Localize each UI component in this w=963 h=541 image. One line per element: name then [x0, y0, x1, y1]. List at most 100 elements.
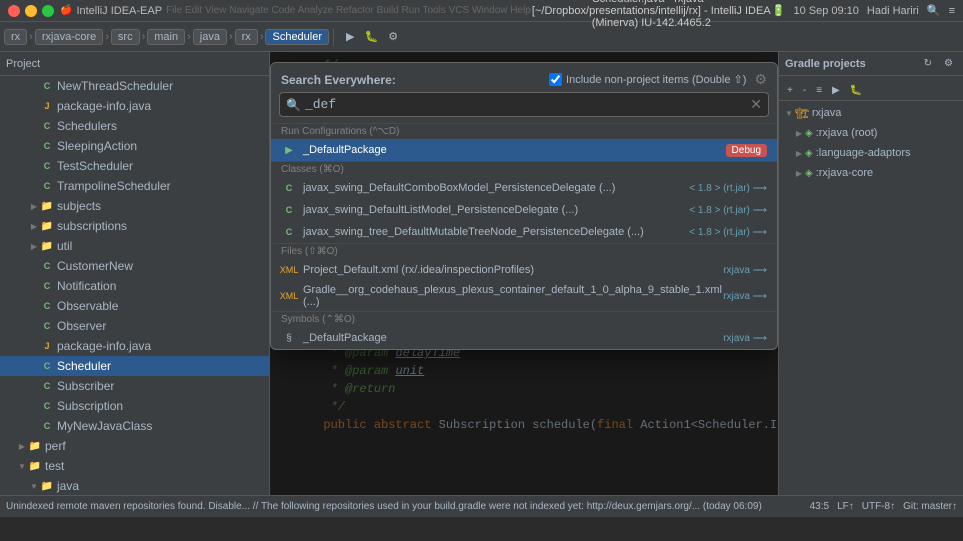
- debug-badge: Debug: [726, 144, 767, 157]
- sidebar-item-testscheduler[interactable]: C TestScheduler: [0, 156, 269, 176]
- module-icon: ◈: [805, 168, 813, 179]
- search-result-project-default-xml[interactable]: XML Project_Default.xml (rx/.idea/inspec…: [271, 259, 777, 281]
- gradle-settings-btn[interactable]: ⚙: [940, 55, 957, 73]
- search-gear-icon[interactable]: ⚙: [754, 71, 767, 88]
- gradle-item-rxjava-root[interactable]: ▶ ◈ :rxjava (root): [779, 123, 963, 143]
- sidebar-item-java[interactable]: ▼ 📁 java: [0, 476, 269, 495]
- expand-arrow: ▶: [28, 200, 40, 212]
- line-ending: LF↑: [837, 501, 854, 512]
- sidebar-item-package-info2[interactable]: J package-info.java: [0, 336, 269, 356]
- class-result-icon: C: [281, 180, 297, 196]
- search-result-treenode[interactable]: C javax_swing_tree_DefaultMutableTreeNod…: [271, 221, 777, 243]
- minimize-button[interactable]: [25, 5, 37, 17]
- expand-arrow: ▶: [793, 167, 805, 179]
- search-input-row[interactable]: 🔍 ✕: [279, 92, 769, 117]
- gradle-group-btn[interactable]: ≡: [812, 82, 826, 98]
- app-name: 🍎 IntelliJ IDEA-EAP File Edit View Navig…: [60, 5, 531, 17]
- class-icon: C: [40, 139, 54, 153]
- vcs-branch: Git: master↑: [903, 501, 957, 512]
- sidebar-item-subscriptions[interactable]: ▶ 📁 subscriptions: [0, 216, 269, 236]
- non-project-checkbox[interactable]: [549, 73, 562, 86]
- java-icon: J: [40, 99, 54, 113]
- sidebar-item-subjects[interactable]: ▶ 📁 subjects: [0, 196, 269, 216]
- statusbar: Unindexed remote maven repositories foun…: [0, 495, 963, 517]
- search-icon[interactable]: 🔍: [927, 4, 941, 17]
- class-icon: C: [40, 159, 54, 173]
- titlebar: 🍎 IntelliJ IDEA-EAP File Edit View Navig…: [0, 0, 963, 22]
- xml-icon: XML: [281, 262, 297, 278]
- breadcrumb-src[interactable]: src: [111, 29, 140, 45]
- search-result-combobox[interactable]: C javax_swing_DefaultComboBoxModel_Persi…: [271, 177, 777, 199]
- search-result-defaultpackage-run[interactable]: ▶ _DefaultPackage Debug: [271, 139, 777, 161]
- sidebar-header: Project: [0, 52, 269, 76]
- class-icon: C: [40, 299, 54, 313]
- gradle-item-language-adaptors[interactable]: ▶ ◈ :language-adaptors: [779, 143, 963, 163]
- search-result-gradle-xml[interactable]: XML Gradle__org_codehaus_plexus_plexus_c…: [271, 281, 777, 311]
- run-config-icon: ▶: [281, 142, 297, 158]
- gradle-item-rxjava-core[interactable]: ▶ ◈ :rxjava-core: [779, 163, 963, 183]
- sidebar-item-newthreadscheduler[interactable]: C NewThreadScheduler: [0, 76, 269, 96]
- toolbar-actions: ▶ 🐛 ⚙: [342, 26, 402, 48]
- sidebar-item-util[interactable]: ▶ 📁 util: [0, 236, 269, 256]
- search-title: Search Everywhere:: [281, 73, 396, 87]
- search-result-listmodel[interactable]: C javax_swing_DefaultListModel_Persisten…: [271, 199, 777, 221]
- toolbar: rx › rxjava-core › src › main › java › r…: [0, 22, 963, 52]
- symbols-section-header: Symbols (⌃⌘O): [271, 311, 777, 327]
- main-layout: Project C NewThreadScheduler J package-i…: [0, 52, 963, 495]
- expand-arrow: ▼: [28, 480, 40, 492]
- sidebar-item-customernew[interactable]: C CustomerNew: [0, 256, 269, 276]
- gradle-toolbar: ↻ ⚙: [920, 55, 957, 73]
- sidebar-item-observable[interactable]: C Observable: [0, 296, 269, 316]
- gradle-item-rxjava[interactable]: ▼ 🏗 rxjava: [779, 103, 963, 123]
- close-button[interactable]: [8, 5, 20, 17]
- statusbar-info: 43:5 LF↑ UTF-8↑ Git: master↑: [810, 501, 957, 512]
- toolbar-debug-btn[interactable]: 🐛: [361, 26, 383, 48]
- maximize-button[interactable]: [42, 5, 54, 17]
- class-icon: C: [40, 379, 54, 393]
- module-icon: ◈: [805, 148, 813, 159]
- class-icon: C: [40, 119, 54, 133]
- sidebar-item-test[interactable]: ▼ 📁 test: [0, 456, 269, 476]
- breadcrumb-rx2[interactable]: rx: [235, 29, 258, 45]
- sidebar-item-subscription[interactable]: C Subscription: [0, 396, 269, 416]
- expand-arrow: ▶: [28, 240, 40, 252]
- gradle-debug-btn[interactable]: 🐛: [846, 82, 866, 98]
- expand-arrow: ▶: [28, 220, 40, 232]
- sidebar-item-schedulers[interactable]: C Schedulers: [0, 116, 269, 136]
- sidebar-item-scheduler[interactable]: C Scheduler: [0, 356, 269, 376]
- search-clear-icon[interactable]: ✕: [750, 96, 762, 113]
- gradle-toolbar-row: + - ≡ ▶ 🐛: [779, 80, 963, 101]
- sidebar-item-package-info[interactable]: J package-info.java: [0, 96, 269, 116]
- gradle-run-btn[interactable]: ▶: [828, 82, 844, 98]
- java-icon: J: [40, 339, 54, 353]
- sidebar-item-sleepingaction[interactable]: C SleepingAction: [0, 136, 269, 156]
- breadcrumb-main[interactable]: main: [147, 29, 185, 45]
- sidebar-item-perf[interactable]: ▶ 📁 perf: [0, 436, 269, 456]
- sidebar-item-subscriber[interactable]: C Subscriber: [0, 376, 269, 396]
- gradle-collapse-btn[interactable]: -: [799, 82, 810, 98]
- gradle-expand-btn[interactable]: +: [783, 82, 797, 98]
- toolbar-run-btn[interactable]: ▶: [342, 26, 358, 48]
- expand-arrow: ▶: [16, 440, 28, 452]
- sidebar-item-trampolinescheduler[interactable]: C TrampolineScheduler: [0, 176, 269, 196]
- search-result-defaultpackage-symbol[interactable]: § _DefaultPackage rxjava ⟶: [271, 327, 777, 349]
- folder-icon: 📁: [28, 459, 42, 473]
- menu-icon[interactable]: ≡: [949, 5, 955, 17]
- symbol-icon: §: [281, 330, 297, 346]
- sidebar-item-mynewjavaclass[interactable]: C MyNewJavaClass: [0, 416, 269, 436]
- sidebar-item-notification[interactable]: C Notification: [0, 276, 269, 296]
- classes-section-header: Classes (⌘O): [271, 161, 777, 177]
- class-icon: C: [40, 319, 54, 333]
- folder-icon: 📁: [40, 199, 54, 213]
- class-icon: C: [40, 359, 54, 373]
- gradle-refresh-btn[interactable]: ↻: [920, 55, 936, 73]
- editor-area[interactable]: */<i> Subscription schedule(T state, Fun…: [270, 52, 778, 495]
- breadcrumb-scheduler[interactable]: Scheduler: [265, 29, 329, 45]
- toolbar-settings-btn[interactable]: ⚙: [384, 26, 402, 48]
- breadcrumb-rxjava-core[interactable]: rxjava-core: [35, 29, 103, 45]
- gradle-tree: + - ≡ ▶ 🐛 ▼ 🏗 rxjava ▶ ◈ :rxjava (root) …: [779, 76, 963, 187]
- breadcrumb-rx[interactable]: rx: [4, 29, 27, 45]
- breadcrumb-java[interactable]: java: [193, 29, 227, 45]
- search-input[interactable]: [305, 97, 750, 112]
- sidebar-item-observer[interactable]: C Observer: [0, 316, 269, 336]
